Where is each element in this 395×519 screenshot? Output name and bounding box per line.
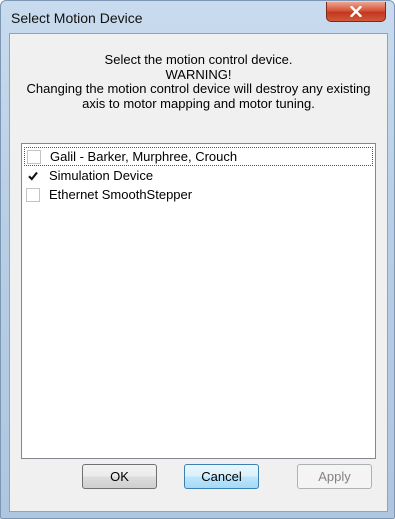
device-checkbox[interactable]	[27, 149, 41, 164]
device-checkbox[interactable]	[26, 187, 40, 202]
message-line-1: Select the motion control device.	[104, 52, 293, 67]
close-x-icon	[350, 6, 362, 17]
device-label: Galil - Barker, Murphree, Crouch	[50, 149, 238, 164]
dialog-content: Select the motion control device. WARNIN…	[9, 33, 388, 512]
device-label: Simulation Device	[49, 168, 154, 183]
title-bar[interactable]: Select Motion Device	[1, 1, 394, 33]
device-checklist[interactable]: Galil - Barker, Murphree, Crouch Simulat…	[21, 143, 376, 459]
device-item-galil[interactable]: Galil - Barker, Murphree, Crouch	[24, 147, 373, 166]
device-item-ethernet-smoothstepper[interactable]: Ethernet SmoothStepper	[24, 185, 373, 204]
dialog-window: Select Motion Device Select the motion c…	[0, 0, 395, 519]
close-button[interactable]	[326, 2, 386, 22]
device-checkbox[interactable]	[26, 169, 40, 183]
apply-button[interactable]: Apply	[297, 464, 372, 489]
message-line-3: Changing the motion control device will …	[26, 81, 371, 96]
checkmark-icon	[28, 171, 38, 181]
cancel-button[interactable]: Cancel	[184, 464, 259, 489]
message-line-2: WARNING!	[165, 66, 232, 82]
window-title: Select Motion Device	[11, 10, 143, 26]
device-item-simulation[interactable]: Simulation Device	[24, 166, 373, 185]
device-label: Ethernet SmoothStepper	[49, 187, 193, 202]
warning-message: Select the motion control device. WARNIN…	[10, 52, 387, 111]
ok-button[interactable]: OK	[82, 464, 157, 489]
message-line-4: axis to motor mapping and motor tuning.	[82, 95, 315, 111]
